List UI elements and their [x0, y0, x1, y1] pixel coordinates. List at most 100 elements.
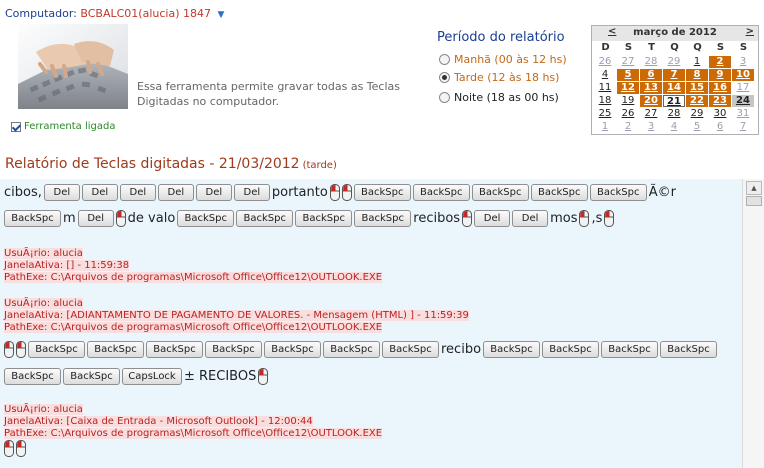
calendar-day[interactable]: 26	[594, 56, 616, 68]
calendar-day[interactable]: 10	[732, 69, 754, 81]
period-option-label: Noite (18 as 00 hs)	[454, 91, 559, 104]
key-backspace: BackSpc	[412, 184, 470, 201]
calendar-day[interactable]: 22	[686, 95, 708, 107]
calendar-day[interactable]: 9	[709, 69, 731, 81]
calendar-day[interactable]: 7	[732, 121, 754, 133]
calendar-day[interactable]: 17	[732, 82, 754, 94]
calendar-day[interactable]: 4	[663, 121, 685, 133]
key-del: Del	[474, 210, 511, 227]
keystroke-line: BackSpc BackSpc BackSpc BackSpc BackSpc BackS…	[4, 341, 718, 358]
radio-night[interactable]	[439, 92, 450, 103]
calendar-day[interactable]: 1	[594, 121, 616, 133]
computer-selector[interactable]: Computador: BCBALC01(alucia) 1847 ▼	[5, 7, 224, 20]
key-del: Del	[233, 184, 270, 201]
period-option-afternoon[interactable]: Tarde (12 às 18 hs)	[439, 71, 559, 84]
mouse-click-icon	[4, 341, 14, 358]
calendar-prev-month[interactable]: <	[608, 26, 616, 37]
calendar-day[interactable]: 4	[594, 69, 616, 81]
calendar-day[interactable]: 2	[709, 56, 731, 68]
period-option-morning[interactable]: Manhã (00 às 12 hs)	[439, 53, 567, 66]
calendar-day[interactable]: 5	[686, 121, 708, 133]
scroll-thumb[interactable]	[746, 196, 762, 206]
calendar-header: março de 2012 < >	[592, 26, 758, 41]
calendar-day[interactable]: 29	[663, 56, 685, 68]
log-scrollbar[interactable]: ▲	[742, 179, 764, 468]
calendar-day[interactable]: 19	[617, 95, 639, 107]
period-option-night[interactable]: Noite (18 as 00 hs)	[439, 91, 559, 104]
tool-enabled-toggle[interactable]: Ferramenta ligada	[11, 121, 116, 132]
calendar-day[interactable]: 27	[640, 108, 662, 120]
key-del: Del	[81, 184, 118, 201]
mouse-click-icon	[329, 184, 340, 201]
calendar-day[interactable]: 31	[732, 108, 754, 120]
scroll-up-icon[interactable]: ▲	[746, 181, 762, 195]
calendar-day[interactable]: 27	[617, 56, 639, 68]
mouse-click-icon	[115, 210, 126, 227]
calendar-day[interactable]: 6	[640, 69, 662, 81]
keystroke-line	[4, 440, 26, 457]
key-del: Del	[195, 184, 232, 201]
tool-enabled-checkbox[interactable]	[11, 121, 21, 132]
typed-text: mos	[550, 211, 578, 226]
typed-text: recibos	[413, 211, 461, 226]
key-del: Del	[512, 210, 549, 227]
typed-text: m	[63, 211, 76, 226]
session-info-user: UsuÃ¡rio: alucia	[4, 248, 83, 259]
report-period-tag: (tarde)	[302, 160, 337, 171]
session-info: UsuÃ¡rio: alucia JanelaAtiva: [Caixa de E…	[4, 404, 383, 440]
typed-text: portanto	[271, 185, 328, 200]
calendar-day[interactable]: 12	[617, 82, 639, 94]
key-backspace: BackSpc	[4, 368, 61, 385]
key-backspace: BackSpc	[471, 184, 529, 201]
key-backspace: BackSpc	[483, 341, 541, 358]
calendar-day[interactable]: 25	[594, 108, 616, 120]
calendar-day[interactable]: 14	[663, 82, 685, 94]
calendar-day[interactable]: 8	[686, 69, 708, 81]
calendar-day[interactable]: 20	[640, 95, 662, 107]
mouse-click-icon	[4, 440, 14, 457]
calendar-day[interactable]: 30	[709, 108, 731, 120]
report-title: Relatório de Teclas digitadas - 21/03/20…	[5, 156, 337, 172]
calendar-day[interactable]: 29	[686, 108, 708, 120]
calendar-day[interactable]: 15	[686, 82, 708, 94]
calendar-day[interactable]: 11	[594, 82, 616, 94]
key-backspace: BackSpc	[295, 210, 353, 227]
radio-afternoon[interactable]	[439, 72, 450, 83]
key-backspace: BackSpc	[601, 341, 659, 358]
dropdown-arrow-icon[interactable]: ▼	[218, 10, 225, 20]
session-info-path: PathExe: C:\Arquivos de programas\Micros…	[4, 428, 383, 439]
key-backspace: BackSpc	[87, 341, 144, 358]
calendar-day[interactable]: 2	[617, 121, 639, 133]
calendar-day[interactable]: 26	[617, 108, 639, 120]
calendar-day[interactable]: 5	[617, 69, 639, 81]
calendar-month-title: março de 2012	[633, 27, 717, 38]
calendar-day[interactable]: 28	[640, 56, 662, 68]
radio-morning[interactable]	[439, 54, 450, 65]
report-title-text: Relatório de Teclas digitadas - 21/03/20…	[5, 156, 300, 172]
calendar-next-month[interactable]: >	[746, 26, 754, 37]
typed-text: ,s	[591, 211, 603, 226]
session-info-line: JanelaAtiva: [] - 11:59:38	[4, 260, 382, 272]
calendar-day[interactable]: 7	[663, 69, 685, 81]
calendar-day[interactable]: 24	[732, 95, 754, 107]
calendar-day[interactable]: 3	[640, 121, 662, 133]
calendar-day[interactable]: 21	[663, 95, 685, 107]
key-backspace: BackSpc	[382, 341, 439, 358]
period-title: Período do relatório	[437, 30, 565, 45]
session-info-window: JanelaAtiva: [ADIANTAMENTO DE PAGAMENTO …	[4, 310, 469, 321]
calendar-day[interactable]: 23	[709, 95, 731, 107]
key-backspace: BackSpc	[177, 210, 235, 227]
keystroke-log: cibos, Del Del Del Del Del Del portanto BackSpc B…	[0, 179, 742, 468]
calendar-day[interactable]: 3	[732, 56, 754, 68]
calendar-day[interactable]: 6	[709, 121, 731, 133]
key-backspace: BackSpc	[354, 210, 412, 227]
calendar-day[interactable]: 16	[709, 82, 731, 94]
calendar-weekday: S	[716, 42, 725, 53]
calendar-day[interactable]: 1	[686, 56, 708, 68]
calendar-day[interactable]: 13	[640, 82, 662, 94]
calendar-day[interactable]: 28	[663, 108, 685, 120]
key-backspace: BackSpc	[28, 341, 85, 358]
calendar-day[interactable]: 18	[594, 95, 616, 107]
mouse-click-icon	[16, 341, 26, 358]
session-info-window: JanelaAtiva: [Caixa de Entrada - Microso…	[4, 416, 313, 427]
